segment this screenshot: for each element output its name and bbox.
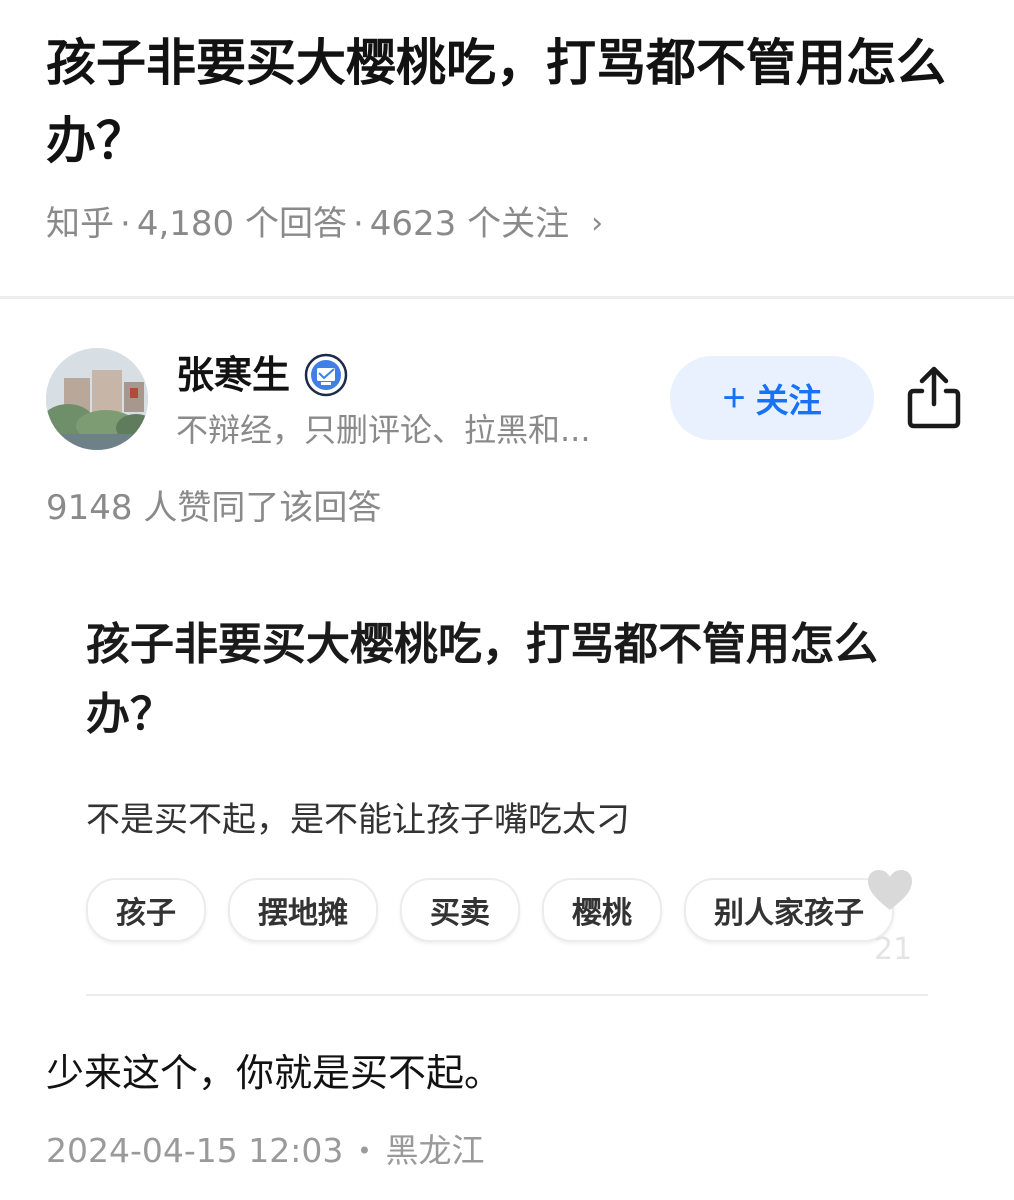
question-card[interactable]: 孩子非要买大樱桃吃，打骂都不管用怎么办？ 不是买不起，是不能让孩子嘴吃太刁 孩子… [86, 610, 928, 942]
meta-dot: • [357, 1137, 372, 1165]
author-bio: 不辩经，只删评论、拉黑和... [176, 411, 591, 449]
heart-icon[interactable] [866, 868, 914, 912]
meta-separator: · [120, 204, 131, 244]
author-row: 张寒生 不辩经，只删评论、拉黑和... + 关注 [46, 348, 966, 452]
follow-label: 关注 [755, 382, 822, 419]
question-meta[interactable]: 知乎 · 4,180 个回答 · 4623 个关注 › [46, 200, 603, 248]
tag-list: 孩子 摆地摊 买卖 樱桃 别人家孩子 [86, 878, 916, 942]
meta-separator: · [352, 204, 364, 244]
share-icon[interactable] [904, 364, 964, 430]
followers-count: 4623 个关注 [369, 204, 570, 244]
follow-button[interactable]: + 关注 [670, 356, 874, 440]
plus-icon: + [722, 376, 746, 420]
tag-chip[interactable]: 买卖 [400, 878, 520, 942]
author-name[interactable]: 张寒生 [176, 350, 348, 400]
verified-badge-icon [304, 353, 348, 397]
chevron-right-icon: › [591, 206, 604, 241]
answer-timestamp: 2024-04-15 12:03 [46, 1131, 344, 1170]
answer-body: 少来这个，你就是买不起。 [46, 1051, 503, 1095]
answer-meta: 2024-04-15 12:03 • 黑龙江 [46, 1128, 485, 1174]
card-divider [86, 994, 928, 996]
avatar[interactable] [46, 348, 148, 450]
tag-chip[interactable]: 孩子 [86, 878, 206, 942]
tag-chip[interactable]: 别人家孩子 [684, 878, 894, 942]
question-title[interactable]: 孩子非要买大樱桃吃，打骂都不管用怎么办？ [46, 24, 976, 180]
like-count: 21 [874, 932, 913, 967]
card-subtitle: 不是买不起，是不能让孩子嘴吃太刁 [86, 800, 630, 840]
upvote-summary: 9148 人赞同了该回答 [46, 488, 382, 528]
source-label: 知乎 [46, 204, 114, 244]
answers-count: 4,180 个回答 [136, 204, 347, 244]
tag-chip[interactable]: 樱桃 [542, 878, 662, 942]
section-divider [0, 296, 1014, 299]
answer-location: 黑龙江 [385, 1131, 485, 1170]
tag-chip[interactable]: 摆地摊 [228, 878, 378, 942]
card-title: 孩子非要买大樱桃吃，打骂都不管用怎么办？ [86, 619, 878, 740]
author-name-text: 张寒生 [176, 353, 291, 397]
